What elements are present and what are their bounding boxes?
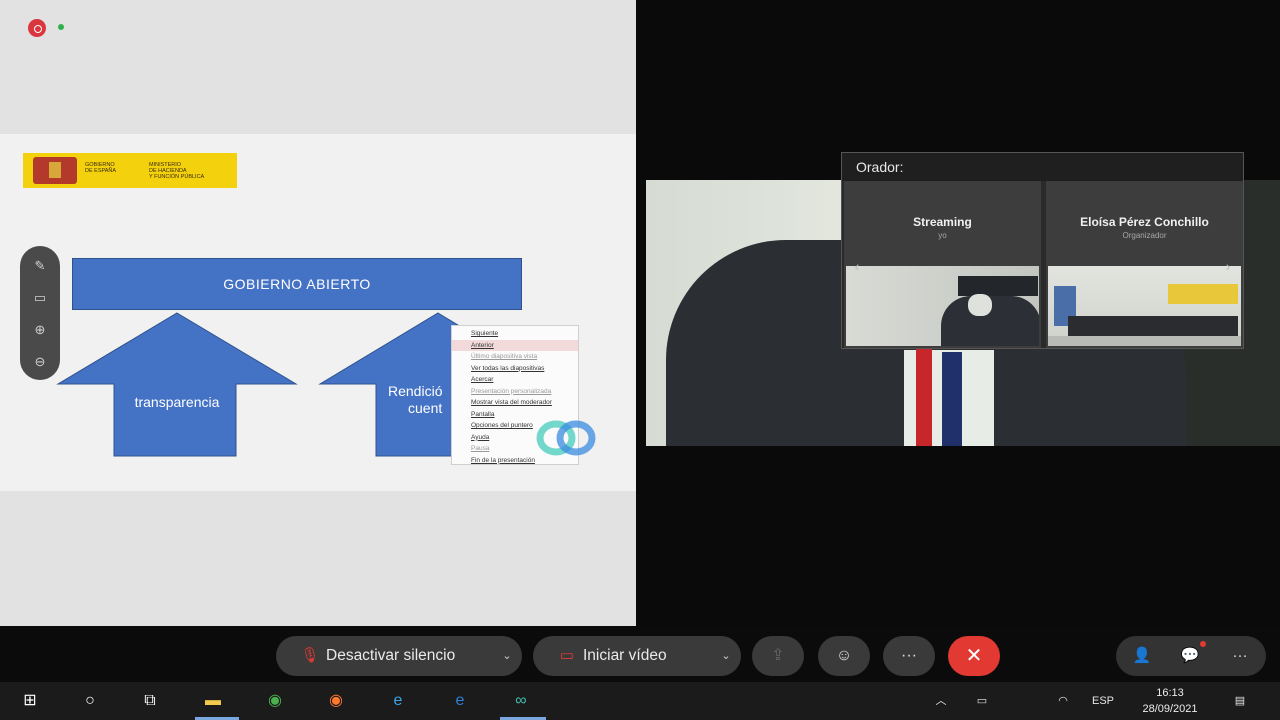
context-menu-item[interactable]: Presentación personalizada xyxy=(452,386,578,398)
context-menu-item[interactable]: Pantalla xyxy=(452,409,578,421)
recording-icon[interactable] xyxy=(28,19,46,37)
meeting-control-bar: 🎙 Desactivar silencio ⌄ ▭ Iniciar vídeo … xyxy=(0,626,1280,688)
participant-thumbnail xyxy=(846,266,1039,346)
logo-text-government: GOBIERNO DE ESPAÑA xyxy=(85,162,117,174)
presentation-slide: GOBIERNO DE ESPAÑA MINISTERIO DE HACIEND… xyxy=(0,134,636,491)
pen-icon[interactable]: ✎ xyxy=(30,256,50,276)
clock-date: 28/09/2021 xyxy=(1142,703,1198,715)
eraser-icon[interactable]: ▭ xyxy=(30,288,50,308)
live-indicator-icon xyxy=(58,24,64,30)
internet-explorer-icon[interactable]: e xyxy=(385,688,411,714)
next-speaker-icon[interactable]: › xyxy=(1219,255,1237,277)
edge-icon[interactable]: e xyxy=(447,688,473,714)
context-menu-item[interactable]: Ver todas las diapositivas xyxy=(452,363,578,375)
arrow-label-transparencia: transparencia xyxy=(134,394,220,410)
zoom-in-icon[interactable]: ⊕ xyxy=(30,320,50,340)
share-screen-button[interactable]: ⇪ xyxy=(752,636,804,676)
windows-start-icon[interactable]: ⊞ xyxy=(17,688,43,714)
wifi-icon[interactable]: ◠ xyxy=(1050,682,1076,720)
previous-speaker-icon[interactable]: ‹ xyxy=(848,255,866,277)
panel-buttons: 👤 💬 ··· xyxy=(1116,636,1266,676)
context-menu-item[interactable]: Último diapositiva vista xyxy=(452,351,578,363)
participants-icon[interactable]: 👤 xyxy=(1122,636,1162,676)
microphone-muted-icon: 🎙 xyxy=(300,647,320,664)
language-indicator[interactable]: ESP xyxy=(1086,682,1120,720)
taskbar-clock[interactable]: 16:13 28/09/2021 xyxy=(1130,685,1210,717)
participant-name: Eloísa Pérez Conchillo xyxy=(1080,215,1209,229)
participant-tile[interactable]: Eloísa Pérez Conchillo Organizador xyxy=(1046,181,1243,348)
arrow-label-rendicion: Rendició xyxy=(388,383,443,399)
slide-banner: GOBIERNO ABIERTO xyxy=(72,258,522,310)
participant-role: yo xyxy=(938,231,947,240)
chat-notification-badge xyxy=(1200,641,1206,647)
notifications-icon[interactable]: ▤ xyxy=(1226,682,1254,720)
context-menu-item[interactable]: Anterior xyxy=(452,339,578,351)
participant-tile[interactable]: Streaming yo xyxy=(844,181,1041,348)
logo-text-ministry: MINISTERIO DE HACIENDA Y FUNCIÓN PÚBLICA xyxy=(149,162,205,180)
more-options-button[interactable]: ··· xyxy=(883,636,935,676)
context-menu-item[interactable]: Siguiente xyxy=(452,328,578,340)
coat-of-arms-icon xyxy=(33,157,77,184)
start-video-label: Iniciar vídeo xyxy=(583,647,667,664)
speaker-tie xyxy=(942,352,962,446)
chrome-icon[interactable]: ◉ xyxy=(262,688,288,714)
search-icon[interactable]: ○ xyxy=(77,688,103,714)
chevron-down-icon[interactable]: ⌄ xyxy=(719,636,733,676)
unmute-button[interactable]: 🎙 Desactivar silencio ⌄ xyxy=(276,636,522,676)
participant-name: Streaming xyxy=(913,215,972,229)
government-logo: GOBIERNO DE ESPAÑA MINISTERIO DE HACIEND… xyxy=(23,153,237,188)
end-meeting-button[interactable]: ✕ xyxy=(948,636,1000,676)
file-explorer-icon[interactable]: ▬ xyxy=(200,688,226,714)
participant-tiles: Streaming yo Eloísa Pérez Conchillo Orga… xyxy=(844,181,1243,348)
show-hidden-icons[interactable]: ︿ xyxy=(928,682,954,720)
webex-taskbar-icon[interactable]: ∞ xyxy=(508,688,534,714)
task-view-icon[interactable]: ⧉ xyxy=(137,688,163,714)
battery-icon[interactable]: ▭ xyxy=(968,682,996,720)
speaker-lanyard xyxy=(916,348,932,446)
zoom-out-icon[interactable]: ⊖ xyxy=(30,352,50,372)
share-top-area xyxy=(0,0,636,134)
context-menu-item[interactable]: Acercar xyxy=(452,374,578,386)
firefox-icon[interactable]: ◉ xyxy=(323,688,349,714)
webex-logo-icon xyxy=(536,420,596,456)
webex-meeting-window: GOBIERNO DE ESPAÑA MINISTERIO DE HACIEND… xyxy=(0,0,1280,720)
start-video-button[interactable]: ▭ Iniciar vídeo ⌄ xyxy=(533,636,741,676)
more-panels-icon[interactable]: ··· xyxy=(1220,636,1260,676)
clock-time: 16:13 xyxy=(1156,687,1184,699)
speaker-panel-title: Orador: xyxy=(842,153,1243,181)
video-off-icon: ▭ xyxy=(559,647,575,664)
chevron-down-icon[interactable]: ⌄ xyxy=(500,636,514,676)
participant-role: Organizador xyxy=(1122,231,1167,240)
share-bottom-area xyxy=(0,491,636,626)
reactions-button[interactable]: ☺ xyxy=(818,636,870,676)
speaker-panel: Orador: Streaming yo Eloísa Pérez Conchi… xyxy=(841,152,1244,349)
annotation-toolbar: ✎ ▭ ⊕ ⊖ xyxy=(20,246,60,380)
arrow-shape-left xyxy=(56,312,298,457)
windows-taskbar: ⊞ ○ ⧉ ▬ ◉ ◉ e e ∞ ︿ ▭ ◠ ESP 16:13 28/09/… xyxy=(0,682,1280,720)
participant-thumbnail xyxy=(1048,266,1241,346)
context-menu-item[interactable]: Mostrar vista del moderador xyxy=(452,397,578,409)
shared-screen: GOBIERNO DE ESPAÑA MINISTERIO DE HACIEND… xyxy=(0,0,636,626)
unmute-label: Desactivar silencio xyxy=(326,647,456,664)
context-menu-item[interactable]: Fin de la presentación xyxy=(452,455,578,467)
